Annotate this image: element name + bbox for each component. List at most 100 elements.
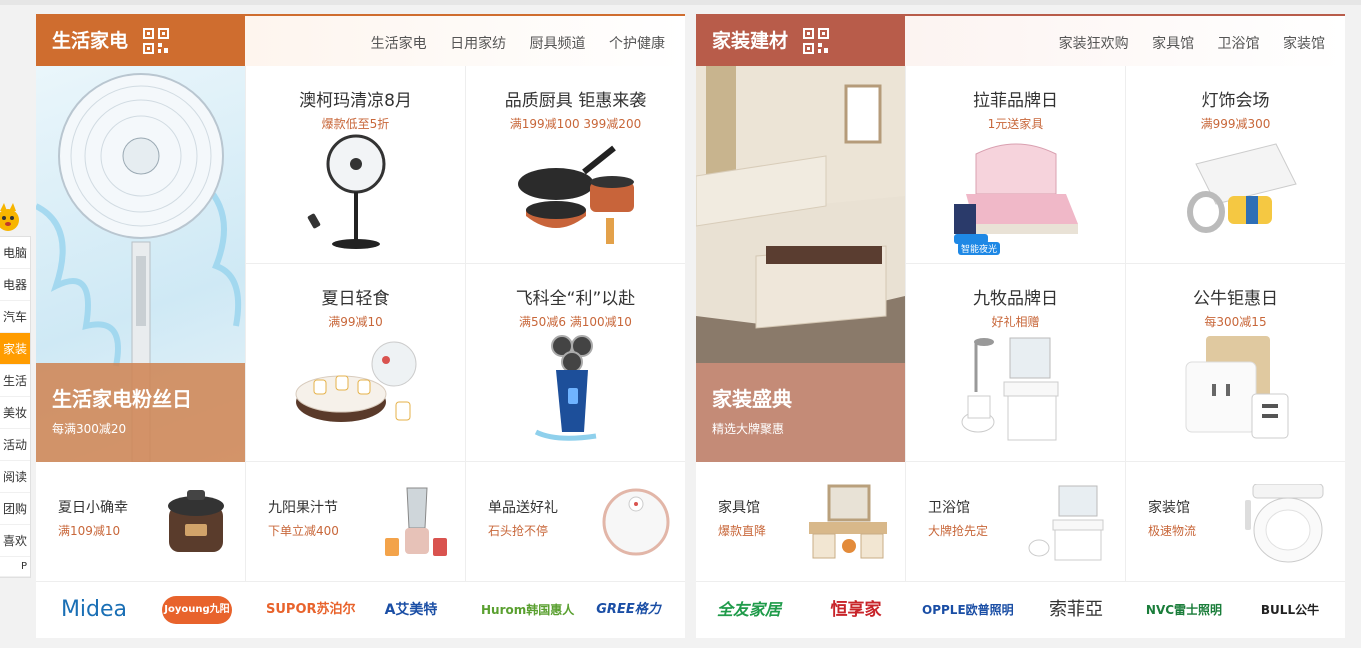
- power-socket-icon: [1185, 336, 1288, 439]
- page-root: 电脑 电器 汽车 家装 生活 美妆 活动 阅读 团购 喜欢 P 生活家电 生活家…: [0, 0, 1361, 648]
- floor-link[interactable]: 家装馆: [1283, 36, 1325, 52]
- promo-title: 九牧品牌日: [973, 289, 1058, 309]
- blender-icon: [385, 487, 447, 556]
- brand-strip: 全友家居 恒享家 OPPLE欧普照明 索菲亞 NVC雷士照明 BULL公牛: [696, 582, 1345, 638]
- bottom-promo[interactable]: 卫浴馆 大牌抢先定: [905, 462, 1125, 582]
- brand-logo[interactable]: A艾美特: [371, 582, 451, 638]
- nav-item-favorites[interactable]: 喜欢: [0, 525, 30, 557]
- bottom-promo[interactable]: 单品送好礼 石头抢不停: [465, 462, 685, 582]
- promo-title: 夏日轻食: [321, 289, 390, 309]
- promo-subtitle: 满999减300: [1200, 117, 1271, 131]
- brand-logo[interactable]: BULL公牛: [1242, 582, 1338, 638]
- promo-subtitle: 每300减15: [1204, 315, 1267, 329]
- brand-logo[interactable]: SUPOR苏泊尔: [266, 582, 356, 638]
- promo-cell[interactable]: 品质厨具 钜惠来袭 满199减100 399减200: [465, 66, 685, 264]
- hero-subtitle: 精选大牌聚惠: [712, 422, 785, 436]
- nav-item-home[interactable]: 家装: [0, 333, 30, 365]
- bathroom-cabinet-icon: [1028, 485, 1104, 561]
- cookware-icon: [517, 145, 634, 244]
- bottom-promo-title: 家装馆: [1148, 500, 1190, 516]
- hero-banner[interactable]: 家装盛典 精选大牌聚惠: [696, 66, 905, 462]
- promo-cell[interactable]: 九牧品牌日 好礼相赠: [905, 264, 1125, 462]
- dressing-table-icon: [809, 484, 887, 559]
- promo-subtitle: 1元送家具: [987, 117, 1044, 131]
- promo-cell[interactable]: 夏日轻食 满99减10: [245, 264, 465, 462]
- qr-code-icon[interactable]: [143, 28, 169, 54]
- promo-cell[interactable]: 澳柯玛清凉8月 爆款低至5折: [245, 66, 465, 264]
- floor-title: 生活家电: [52, 30, 129, 52]
- bathroom-set-icon: [961, 337, 1058, 441]
- bottom-promo-subtitle: 极速物流: [1148, 524, 1197, 538]
- promo-subtitle: 爆款低至5折: [321, 117, 390, 131]
- floor-home-building: 家装建材 家装狂欢购 家具馆 卫浴馆 家装馆 家装盛典 精选大牌聚惠 拉菲品牌日…: [696, 14, 1345, 638]
- pressure-cooker-icon: [168, 490, 224, 552]
- shaver-icon: [534, 335, 596, 441]
- robot-vacuum-icon: [602, 488, 670, 556]
- promo-subtitle: 满199减100 399减200: [509, 117, 642, 131]
- brand-logo[interactable]: 全友家居: [704, 582, 794, 638]
- promo-cell[interactable]: 拉菲品牌日 1元送家具 智能夜光: [905, 66, 1125, 264]
- brand-logo[interactable]: OPPLE欧普照明: [922, 582, 1014, 638]
- floor-header: 生活家电 生活家电 日用家纺 厨具频道 个护健康: [36, 16, 685, 66]
- bottom-promo[interactable]: 家装馆 极速物流: [1125, 462, 1345, 582]
- floor-link[interactable]: 日用家纺: [450, 36, 506, 52]
- bottom-promo[interactable]: 家具馆 爆款直降: [696, 462, 905, 582]
- floor-link[interactable]: 家具馆: [1152, 36, 1194, 52]
- nav-item-top[interactable]: P: [0, 557, 30, 577]
- floor-title-tab[interactable]: 家装建材: [696, 16, 905, 66]
- hero-banner[interactable]: 生活家电粉丝日 每满300减20: [36, 66, 245, 462]
- promo-title: 品质厨具 钜惠来袭: [504, 91, 647, 111]
- brand-strip: Midea Joyoung九阳 SUPOR苏泊尔 A艾美特 Hurom韩国惠人 …: [36, 582, 685, 638]
- nav-item-beauty[interactable]: 美妆: [0, 397, 30, 429]
- brand-logo[interactable]: GREE格力: [586, 582, 671, 638]
- floor-title-tab[interactable]: 生活家电: [36, 16, 245, 66]
- bottom-promo[interactable]: 九阳果汁节 下单立减400: [245, 462, 465, 582]
- hero-title: 家装盛典: [712, 387, 792, 411]
- nav-item-appliance[interactable]: 电器: [0, 269, 30, 301]
- promo-title: 拉菲品牌日: [973, 91, 1058, 111]
- brand-logo[interactable]: 索菲亞: [1036, 582, 1116, 638]
- promo-subtitle: 满99减10: [328, 315, 383, 329]
- brand-logo[interactable]: Joyoung九阳: [162, 596, 232, 624]
- floor-links: 生活家电 日用家纺 厨具频道 个护健康: [352, 16, 665, 66]
- promo-cell[interactable]: 灯饰会场 满999减300: [1125, 66, 1345, 264]
- nav-item-group-buy[interactable]: 团购: [0, 493, 30, 525]
- nav-item-computer[interactable]: 电脑: [0, 237, 30, 269]
- bottom-promo-title: 单品送好礼: [488, 500, 558, 516]
- yogurt-maker-icon: [295, 341, 416, 422]
- standing-fan-icon: [307, 134, 385, 249]
- floor-link[interactable]: 厨具频道: [530, 36, 586, 52]
- qr-code-icon[interactable]: [803, 28, 829, 54]
- floor-header: 家装建材 家装狂欢购 家具馆 卫浴馆 家装馆: [696, 16, 1345, 66]
- hero-subtitle: 每满300减20: [52, 422, 127, 436]
- brand-logo[interactable]: Midea: [44, 582, 144, 638]
- brand-logo[interactable]: 恒享家: [816, 582, 896, 638]
- floor-link[interactable]: 生活家电: [371, 36, 427, 52]
- brand-logo[interactable]: NVC雷士照明: [1144, 582, 1224, 638]
- floor-link[interactable]: 家装狂欢购: [1059, 36, 1129, 52]
- bottom-promo-title: 九阳果汁节: [268, 500, 338, 516]
- promo-title: 飞科全“利”以赴: [515, 289, 636, 309]
- bottom-promo-subtitle: 满109减10: [58, 524, 121, 538]
- floor-links: 家装狂欢购 家具馆 卫浴馆 家装馆: [1040, 16, 1325, 66]
- bed-icon: [953, 143, 1078, 244]
- floor-link[interactable]: 个护健康: [609, 36, 665, 52]
- nav-item-car[interactable]: 汽车: [0, 301, 30, 333]
- promo-subtitle: 好礼相赠: [991, 315, 1040, 329]
- nav-item-activity[interactable]: 活动: [0, 429, 30, 461]
- hero-caption: 生活家电粉丝日 每满300减20: [36, 363, 245, 462]
- bottom-promo-title: 夏日小确幸: [58, 500, 128, 516]
- promo-cell[interactable]: 飞科全“利”以赴 满50减6 满100减10: [465, 264, 685, 462]
- floor-link[interactable]: 卫浴馆: [1218, 36, 1260, 52]
- ceiling-light-icon: [1186, 143, 1297, 233]
- promo-cell[interactable]: 公牛钜惠日 每300减15: [1125, 264, 1345, 462]
- smart-toilet-seat-icon: [1245, 484, 1324, 563]
- bottom-promo-subtitle: 大牌抢先定: [928, 524, 989, 538]
- top-divider: [0, 0, 1361, 5]
- bottom-promo[interactable]: 夏日小确幸 满109减10: [36, 462, 245, 582]
- brand-logo[interactable]: Hurom韩国惠人: [481, 582, 574, 638]
- nav-item-reading[interactable]: 阅读: [0, 461, 30, 493]
- bottom-promo-title: 家具馆: [718, 500, 760, 516]
- nav-item-life[interactable]: 生活: [0, 365, 30, 397]
- mascot-icon: [0, 203, 19, 231]
